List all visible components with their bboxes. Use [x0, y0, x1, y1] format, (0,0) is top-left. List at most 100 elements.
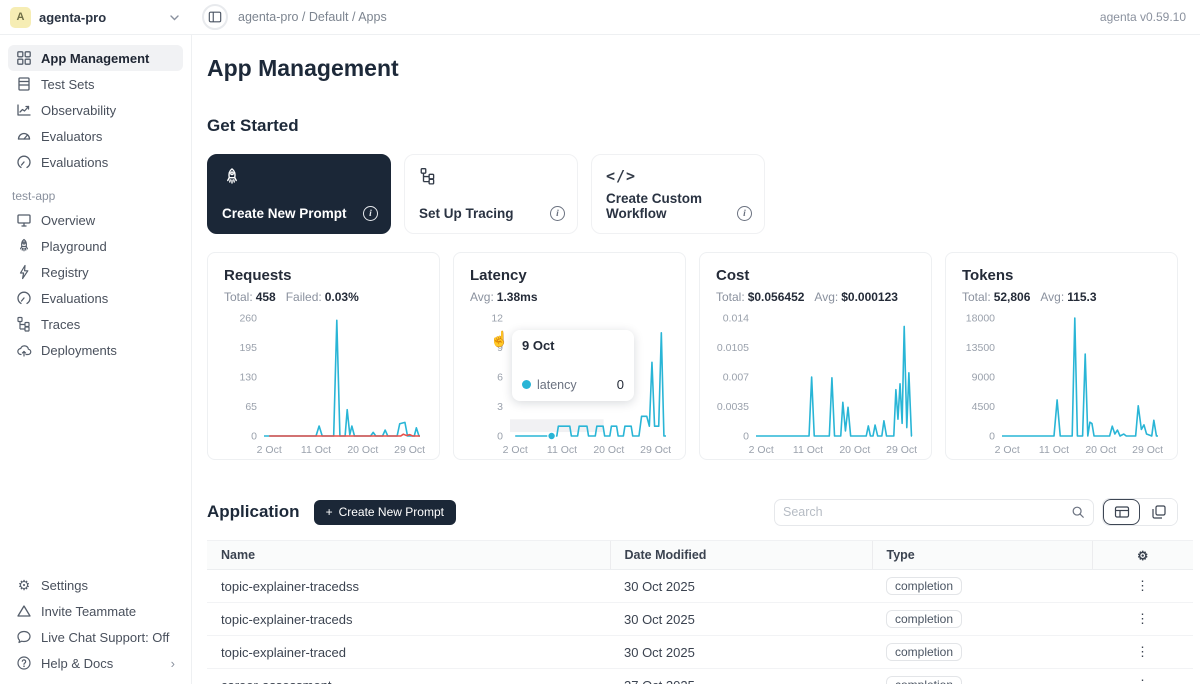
sidebar-item-overview[interactable]: Overview — [8, 207, 183, 233]
cost-chart: 00.00350.0070.01050.0142 Oct11 Oct20 Oct… — [716, 310, 918, 460]
svg-text:0: 0 — [743, 431, 749, 443]
sidebar-item-evaluations-app[interactable]: Evaluations — [8, 285, 183, 311]
set-up-tracing-card[interactable]: Set Up Tracing i — [404, 154, 578, 234]
column-settings-gear-icon[interactable]: ⚙ — [1092, 541, 1193, 570]
table-row[interactable]: career-assessment 27 Oct 2025 completion… — [207, 669, 1193, 684]
chevron-down-icon — [169, 12, 180, 23]
row-menu-icon[interactable]: ⋮ — [1092, 636, 1193, 669]
svg-text:20 Oct: 20 Oct — [839, 444, 870, 456]
table-row[interactable]: topic-explainer-tracedss 30 Oct 2025 com… — [207, 570, 1193, 603]
get-started-heading: Get Started — [207, 116, 1193, 136]
chevron-right-icon: › — [171, 656, 175, 671]
sidebar-item-label: Invite Teammate — [41, 604, 136, 619]
grid-icon — [16, 50, 32, 66]
sidebar-item-playground[interactable]: Playground — [8, 233, 183, 259]
workspace-switcher[interactable]: A agenta-pro — [0, 0, 192, 34]
sidebar-item-observability[interactable]: Observability — [8, 97, 183, 123]
svg-text:9000: 9000 — [972, 372, 996, 384]
stat-label: Total: — [224, 290, 253, 304]
lightning-icon — [16, 264, 32, 280]
info-icon[interactable]: i — [363, 206, 378, 221]
create-custom-workflow-card[interactable]: </> Create Custom Workflow i — [591, 154, 765, 234]
card-view-button[interactable] — [1140, 499, 1177, 525]
stat-label: Total: — [962, 290, 991, 304]
sidebar-item-registry[interactable]: Registry — [8, 259, 183, 285]
chart-stats: Total:458Failed:0.03% — [224, 290, 439, 304]
sidebar-item-traces[interactable]: Traces — [8, 311, 183, 337]
create-new-prompt-card[interactable]: Create New Prompt i — [207, 154, 391, 234]
sidebar-panel-icon — [208, 10, 222, 24]
row-menu-icon[interactable]: ⋮ — [1092, 570, 1193, 603]
sidebar-item-test-sets[interactable]: Test Sets — [8, 71, 183, 97]
svg-text:2 Oct: 2 Oct — [503, 444, 528, 456]
requests-chart-card: Requests Total:458Failed:0.03% 065130195… — [207, 252, 440, 460]
tooltip-series-name: latency — [537, 378, 577, 392]
triangle-icon — [16, 603, 32, 619]
sidebar-item-live-chat[interactable]: Live Chat Support: Off — [8, 624, 183, 650]
help-circle-icon — [16, 655, 32, 671]
app-date: 30 Oct 2025 — [610, 570, 872, 603]
app-name: topic-explainer-traceds — [207, 603, 610, 636]
rocket-icon — [222, 174, 242, 191]
chat-bubble-icon — [16, 629, 32, 645]
stat-label: Failed: — [286, 290, 322, 304]
search-input[interactable] — [783, 505, 1071, 519]
table-row[interactable]: topic-explainer-traced 30 Oct 2025 compl… — [207, 636, 1193, 669]
application-header: Application + Create New Prompt — [207, 498, 1193, 526]
sidebar-item-invite-teammate[interactable]: Invite Teammate — [8, 598, 183, 624]
stat-label: Avg: — [1040, 290, 1064, 304]
row-menu-icon[interactable]: ⋮ — [1092, 669, 1193, 684]
svg-text:2 Oct: 2 Oct — [749, 444, 774, 456]
sidebar-item-label: App Management — [41, 51, 149, 66]
sidebar-item-settings[interactable]: ⚙ Settings — [8, 572, 183, 598]
sidebar-item-label: Overview — [41, 213, 95, 228]
sidebar-item-evaluators[interactable]: Evaluators — [8, 123, 183, 149]
sidebar-item-label: Settings — [41, 578, 88, 593]
type-badge: completion — [886, 577, 962, 595]
sidebar-item-evaluations[interactable]: Evaluations — [8, 149, 183, 175]
svg-text:0: 0 — [497, 431, 503, 443]
mouse-cursor-icon: ☝ — [490, 330, 509, 348]
tracing-icon — [419, 172, 437, 189]
main-content: App Management Get Started Create New Pr… — [192, 55, 1200, 684]
svg-text:260: 260 — [239, 313, 257, 325]
latency-chart-card: Latency Avg:1.38ms 0369122 Oct11 Oct20 O… — [453, 252, 686, 460]
sidebar-item-help-docs[interactable]: Help & Docs › — [8, 650, 183, 676]
table-view-button[interactable] — [1103, 499, 1140, 525]
svg-text:12: 12 — [491, 313, 503, 325]
svg-text:0.014: 0.014 — [723, 313, 749, 325]
chart-stats: Total:$0.056452Avg:$0.000123 — [716, 290, 931, 304]
svg-text:20 Oct: 20 Oct — [347, 444, 378, 456]
metrics-cards: Requests Total:458Failed:0.03% 065130195… — [207, 252, 1193, 460]
svg-text:4500: 4500 — [972, 401, 996, 413]
table-header-row: Name Date Modified Type ⚙ — [207, 541, 1193, 570]
table-row[interactable]: topic-explainer-traceds 30 Oct 2025 comp… — [207, 603, 1193, 636]
table-icon — [16, 76, 32, 92]
type-badge: completion — [886, 643, 962, 661]
svg-text:11 Oct: 11 Oct — [301, 444, 331, 456]
svg-text:0: 0 — [989, 431, 995, 443]
svg-text:6: 6 — [497, 372, 503, 384]
sidebar-item-label: Evaluations — [41, 291, 108, 306]
svg-text:29 Oct: 29 Oct — [1132, 444, 1163, 456]
line-chart-icon — [16, 102, 32, 118]
stat-label: Total: — [716, 290, 745, 304]
svg-text:3: 3 — [497, 401, 503, 413]
workspace-name: agenta-pro — [39, 10, 106, 25]
sidebar-collapse-button[interactable] — [202, 4, 228, 30]
breadcrumb[interactable]: agenta-pro / Default / Apps — [238, 10, 387, 24]
svg-text:11 Oct: 11 Oct — [547, 444, 577, 456]
series-dot — [522, 380, 531, 389]
row-menu-icon[interactable]: ⋮ — [1092, 603, 1193, 636]
gauge-icon — [16, 128, 32, 144]
app-date: 30 Oct 2025 — [610, 636, 872, 669]
sidebar-item-app-management[interactable]: App Management — [8, 45, 183, 71]
create-new-prompt-button[interactable]: + Create New Prompt — [314, 500, 456, 525]
info-icon[interactable]: i — [737, 206, 752, 221]
workspace-avatar: A — [10, 7, 31, 28]
info-icon[interactable]: i — [550, 206, 565, 221]
sidebar-item-deployments[interactable]: Deployments — [8, 337, 183, 363]
app-name: career-assessment — [207, 669, 610, 684]
card-label: Create New Prompt — [222, 206, 347, 221]
search-icon[interactable] — [1071, 505, 1085, 519]
